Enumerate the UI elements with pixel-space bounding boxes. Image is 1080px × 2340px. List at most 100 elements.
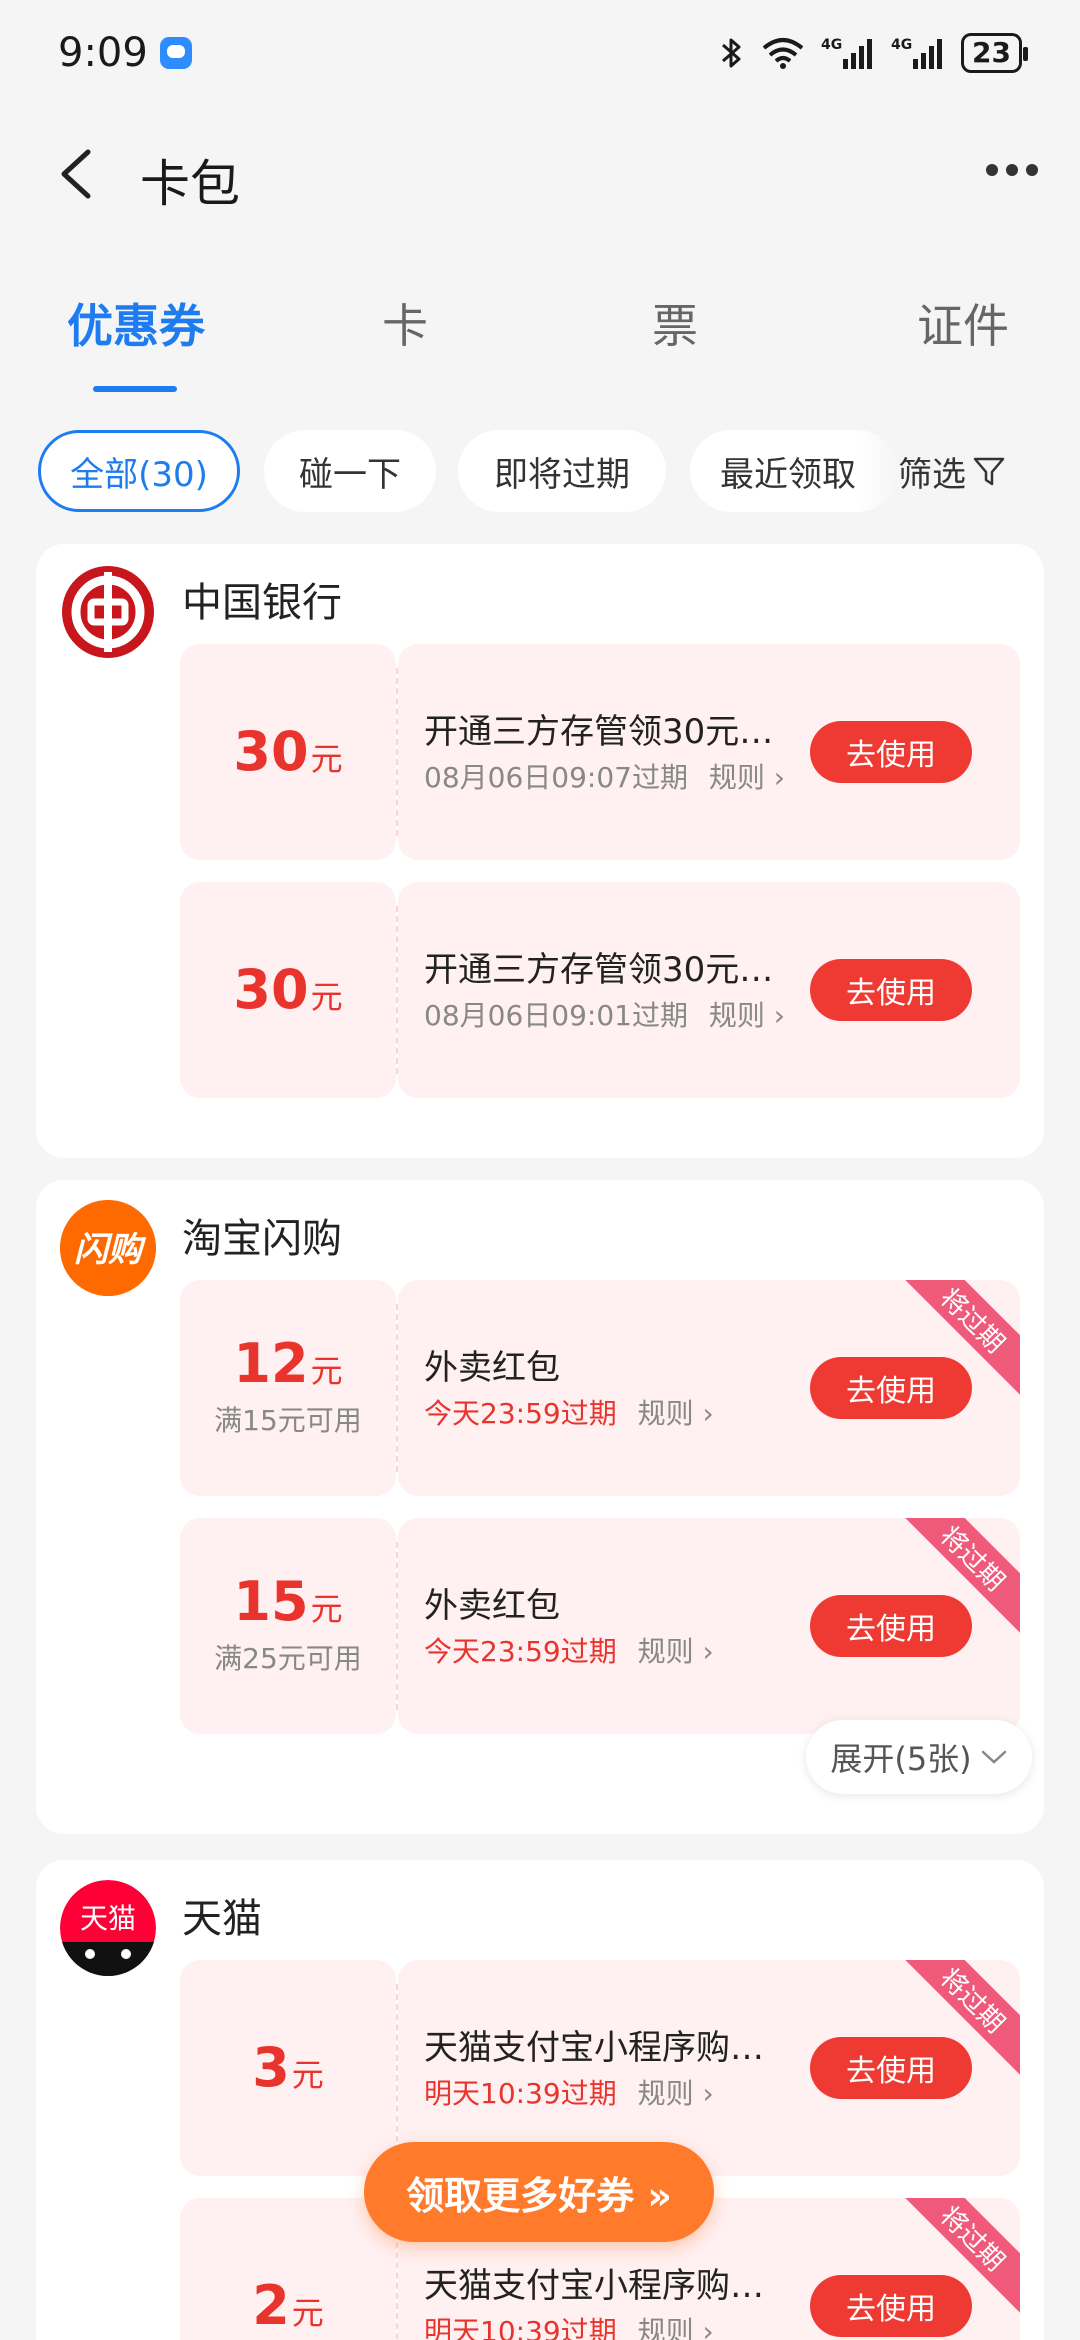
coupon-amount-area: 12元 满15元可用: [180, 1280, 396, 1496]
coupon-title: 开通三方存管领30元贴金券: [424, 950, 784, 990]
header: 卡包: [0, 130, 1080, 220]
coupon-rule-link[interactable]: 规则 ›: [638, 2077, 714, 2110]
coupon-title: 开通三方存管领30元贴金券: [424, 712, 784, 752]
coupon-subline: 明天10:39过期 规则 ›: [424, 2072, 714, 2112]
status-icons: 4G 4G 23: [719, 33, 1028, 73]
coupon-expire: 今天23:59过期: [424, 1635, 617, 1668]
use-coupon-button[interactable]: 去使用: [810, 959, 972, 1021]
coupon-amount-area: 2元: [180, 2198, 396, 2340]
coupon-info: 外卖红包 今天23:59过期 规则 › 去使用 将过期: [398, 1518, 1020, 1734]
coupon-amount-area: 30元: [180, 882, 396, 1098]
coupon-subline: 08月06日09:07过期 规则 ›: [424, 756, 785, 796]
use-coupon-button[interactable]: 去使用: [810, 2275, 972, 2337]
coupon-info: 外卖红包 今天23:59过期 规则 › 去使用 将过期: [398, 1280, 1020, 1496]
bluetooth-icon: [722, 38, 741, 68]
chip-fade: [858, 430, 898, 512]
page-title: 卡包: [140, 155, 240, 213]
coupon-condition: 满25元可用: [214, 1642, 362, 1675]
back-arrow-icon[interactable]: [52, 148, 104, 200]
chevron-down-icon: [981, 1750, 1006, 1764]
chevron-right-icon: ›: [702, 1397, 714, 1430]
svg-text:闪购: 闪购: [74, 1230, 147, 1270]
tab-tickets[interactable]: 票: [640, 290, 710, 356]
svg-text:天猫: 天猫: [80, 1902, 136, 1935]
signal-4g-icon: 4G: [821, 37, 873, 69]
wifi-icon: [762, 38, 804, 69]
coupon-amount: 2元: [252, 2274, 324, 2337]
use-coupon-button[interactable]: 去使用: [810, 721, 972, 783]
coupon-amount-area: 3元: [180, 1960, 396, 2176]
coupon-amount: 15元: [233, 1570, 343, 1633]
coupon-rule-link[interactable]: 规则 ›: [709, 999, 785, 1032]
brand-name: 天猫: [182, 1896, 262, 1942]
coupon-item[interactable]: 15元 满25元可用 外卖红包 今天23:59过期 规则 › 去使用 将过期: [180, 1518, 1020, 1734]
coupon-subline: 今天23:59过期 规则 ›: [424, 1392, 714, 1432]
filter-icon: [973, 457, 1005, 486]
tab-bar: 优惠券 卡 票 证件: [0, 290, 1080, 400]
coupon-expire: 今天23:59过期: [424, 1397, 617, 1430]
filter-button[interactable]: 筛选: [898, 430, 1006, 512]
coupon-amount: 30元: [233, 720, 343, 783]
chevron-right-icon: ›: [702, 1635, 714, 1668]
chevron-right-icon: ›: [702, 2077, 714, 2110]
signal-4g-icon: 4G: [891, 37, 943, 69]
tab-coupons[interactable]: 优惠券: [58, 290, 214, 356]
status-time: 9:09: [58, 30, 148, 76]
chevron-right-icon: ›: [773, 761, 785, 794]
coupon-title: 天猫支付宝小程序购物券: [424, 2266, 784, 2306]
use-coupon-button[interactable]: 去使用: [810, 1595, 972, 1657]
tmall-logo-icon: 天猫: [60, 1880, 156, 1976]
coupon-subline: 08月06日09:01过期 规则 ›: [424, 994, 785, 1034]
coupon-rule-link[interactable]: 规则 ›: [638, 1397, 714, 1430]
battery-indicator: 23: [961, 33, 1028, 73]
chip-tap[interactable]: 碰一下: [264, 430, 436, 512]
coupon-subline: 今天23:59过期 规则 ›: [424, 1630, 714, 1670]
coupon-title: 外卖红包: [424, 1348, 560, 1388]
coupon-title: 外卖红包: [424, 1586, 560, 1626]
coupon-amount-area: 15元 满25元可用: [180, 1518, 396, 1734]
coupon-expire: 明天10:39过期: [424, 2315, 617, 2340]
tab-cards[interactable]: 卡: [370, 290, 440, 356]
use-coupon-button[interactable]: 去使用: [810, 1357, 972, 1419]
get-more-coupons-button[interactable]: 领取更多好券 »: [364, 2142, 714, 2242]
use-coupon-button[interactable]: 去使用: [810, 2037, 972, 2099]
coupon-rule-link[interactable]: 规则 ›: [638, 1635, 714, 1668]
coupon-info: 开通三方存管领30元贴金券 08月06日09:01过期 规则 › 去使用: [398, 882, 1020, 1098]
brand-card: 闪购 淘宝闪购 12元 满15元可用 外卖红包 今天23:59过期 规则 › 去…: [36, 1180, 1044, 1834]
svg-text:4G: 4G: [891, 37, 912, 53]
message-notification-icon: [159, 37, 192, 69]
coupon-amount: 12元: [233, 1332, 343, 1395]
expand-label: 展开(5张): [830, 1740, 972, 1778]
boc-logo-icon: [60, 564, 156, 660]
chevron-right-icon: ›: [702, 2315, 714, 2340]
coupon-item[interactable]: 30元 开通三方存管领30元贴金券 08月06日09:01过期 规则 › 去使用: [180, 882, 1020, 1098]
coupon-expire: 08月06日09:07过期: [424, 761, 688, 794]
expand-button[interactable]: 展开(5张): [806, 1720, 1032, 1794]
coupon-title: 天猫支付宝小程序购物券: [424, 2028, 784, 2068]
chip-expiring[interactable]: 即将过期: [458, 430, 666, 512]
svg-text:4G: 4G: [821, 37, 842, 53]
coupon-amount: 30元: [233, 958, 343, 1021]
more-options-icon[interactable]: [986, 164, 1038, 176]
filter-label: 筛选: [898, 454, 966, 495]
coupon-amount: 3元: [252, 2036, 324, 2099]
coupon-rule-link[interactable]: 规则 ›: [638, 2315, 714, 2340]
brand-name: 中国银行: [182, 580, 342, 626]
chevron-right-icon: ›: [773, 999, 785, 1032]
coupon-expire: 08月06日09:01过期: [424, 999, 688, 1032]
brand-card: 中国银行 30元 开通三方存管领30元贴金券 08月06日09:07过期 规则 …: [36, 544, 1044, 1158]
coupon-rule-link[interactable]: 规则 ›: [709, 761, 785, 794]
brand-card: 天猫 天猫 3元 天猫支付宝小程序购物券 明天10:39过期 规则 › 去使用 …: [36, 1860, 1044, 2340]
chip-all[interactable]: 全部(30): [38, 430, 240, 512]
coupon-item[interactable]: 30元 开通三方存管领30元贴金券 08月06日09:07过期 规则 › 去使用: [180, 644, 1020, 860]
coupon-condition: 满15元可用: [214, 1404, 362, 1437]
status-bar: 9:09 4G 4G 23: [0, 0, 1080, 106]
tab-certificates[interactable]: 证件: [893, 290, 1033, 356]
coupon-info: 开通三方存管领30元贴金券 08月06日09:07过期 规则 › 去使用: [398, 644, 1020, 860]
coupon-expire: 明天10:39过期: [424, 2077, 617, 2110]
coupon-amount-area: 30元: [180, 644, 396, 860]
tab-indicator: [93, 386, 177, 392]
taobao-flash-logo-icon: 闪购: [60, 1200, 156, 1296]
coupon-item[interactable]: 12元 满15元可用 外卖红包 今天23:59过期 规则 › 去使用 将过期: [180, 1280, 1020, 1496]
filter-chips: 全部(30) 碰一下 即将过期 最近领取 筛选: [38, 430, 1042, 512]
